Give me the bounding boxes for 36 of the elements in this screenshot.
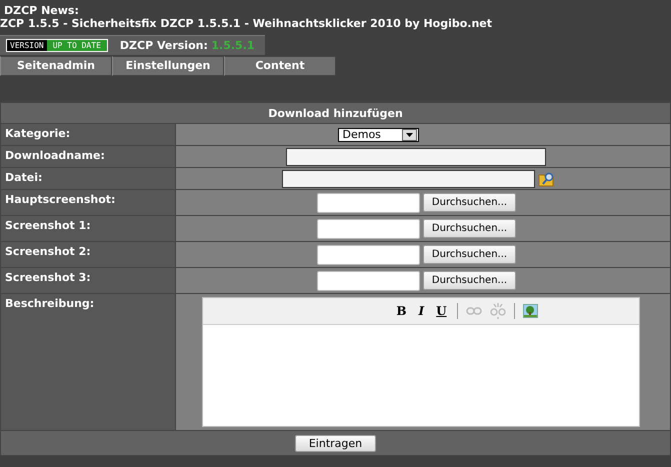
nav-tab[interactable]: Content <box>224 56 336 76</box>
field-label: Screenshot 2: <box>0 242 176 268</box>
input-field[interactable] <box>286 148 546 166</box>
field-label: Datei: <box>0 168 176 190</box>
header-title: DZCP News: <box>4 4 80 17</box>
nav-tab[interactable]: Seitenadmin <box>0 56 112 76</box>
version-badge: VERSION UP TO DATE <box>6 39 108 52</box>
version-label: DZCP Version: <box>120 39 208 52</box>
file-field[interactable] <box>316 192 420 212</box>
image-icon[interactable] <box>522 304 538 318</box>
field-label: Downloadname: <box>0 146 176 168</box>
news-headline: ZCP 1.5.5 - Sicherheitsfix DZCP 1.5.5.1 - Weihnachtsklicker 2010 by Hogibo.net <box>0 17 494 30</box>
field-label: Screenshot 1: <box>0 216 176 242</box>
browse-button[interactable]: Durchsuchen... <box>422 193 516 212</box>
field-label: Beschreibung: <box>0 294 176 430</box>
field-label: Screenshot 3: <box>0 268 176 294</box>
field-label: Hauptscreenshot: <box>0 190 176 216</box>
version-value: 1.5.5.1 <box>211 39 255 52</box>
browse-button[interactable]: Durchsuchen... <box>422 271 516 290</box>
browse-button[interactable]: Durchsuchen... <box>422 219 516 238</box>
form-title: Download hinzufügen <box>0 102 670 124</box>
folder-search-icon[interactable] <box>538 170 554 186</box>
category-select[interactable]: Demos <box>338 128 418 142</box>
text-editor[interactable]: B I U <box>202 297 640 427</box>
caret-icon <box>406 132 412 136</box>
submit-button[interactable]: Eintragen <box>294 434 376 452</box>
file-field[interactable] <box>316 218 420 238</box>
bold-button[interactable]: B <box>394 304 409 318</box>
browse-button[interactable]: Durchsuchen... <box>422 245 516 264</box>
file-field[interactable] <box>316 270 420 290</box>
field-label: Kategorie: <box>0 124 176 146</box>
italic-button[interactable]: I <box>416 304 426 318</box>
input-field[interactable] <box>282 170 534 188</box>
file-field[interactable] <box>316 244 420 264</box>
nav-tab[interactable]: Einstellungen <box>112 56 224 76</box>
underline-button[interactable]: U <box>434 304 449 318</box>
